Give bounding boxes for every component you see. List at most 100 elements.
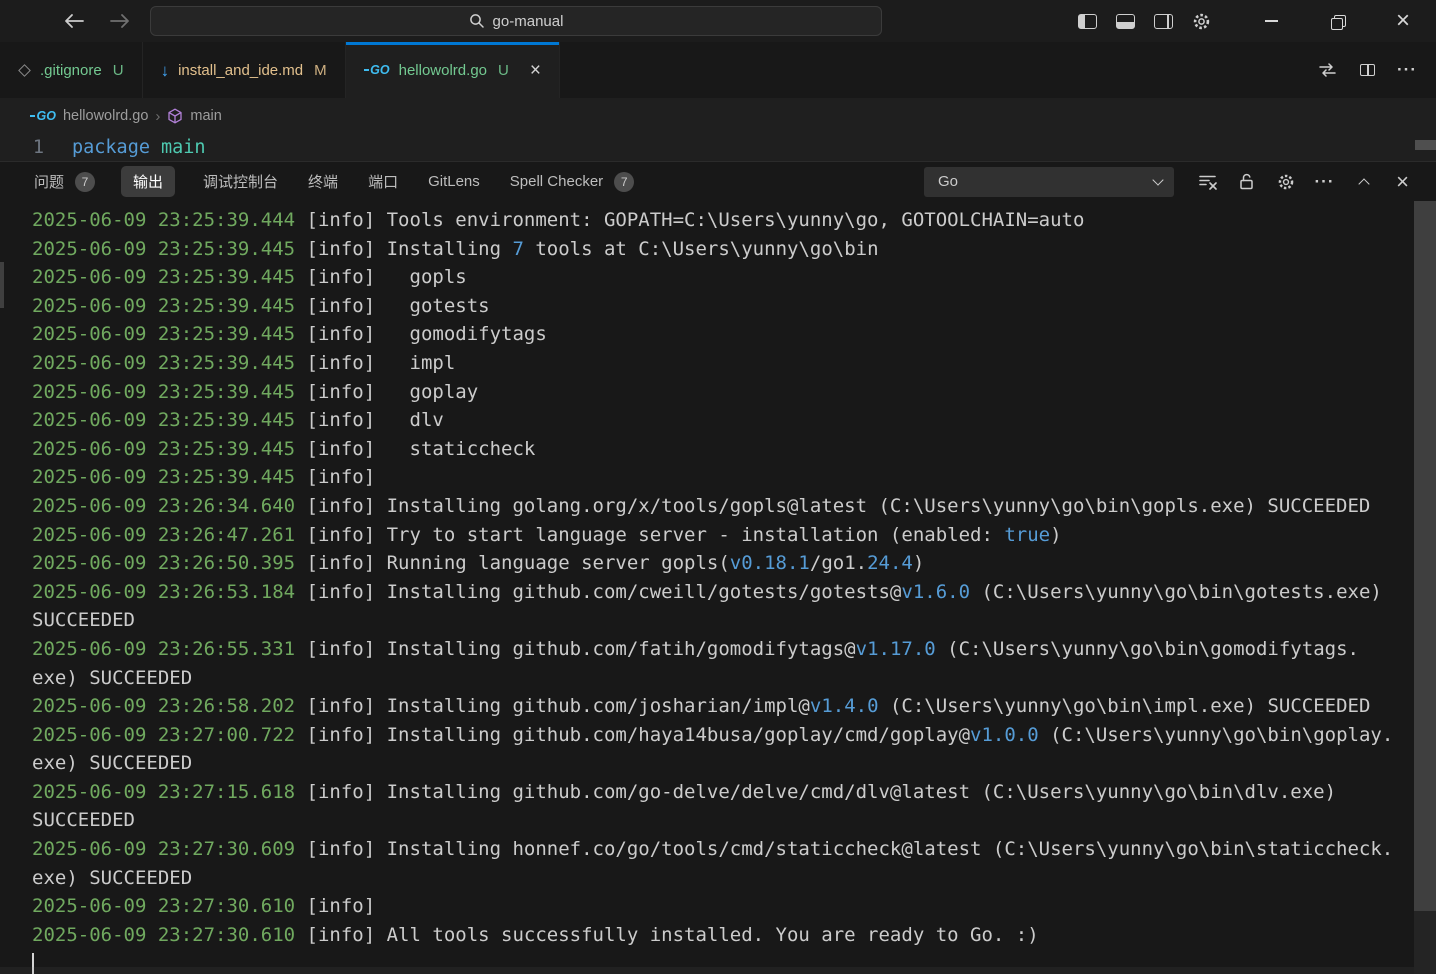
panel-resize-sash[interactable] xyxy=(0,262,4,308)
panel-horizontal-scrollbar[interactable] xyxy=(0,967,1414,974)
code-identifier: main xyxy=(161,137,206,158)
back-arrow-icon[interactable] xyxy=(62,9,86,33)
panel-tab-count-badge: 7 xyxy=(614,172,634,192)
log-line: exe) SUCCEEDED xyxy=(32,864,1414,893)
tab-status-badge: U xyxy=(498,62,509,79)
go-icon: GO xyxy=(364,63,390,77)
log-line: 2025-06-09 23:27:30.610 [info] All tools… xyxy=(32,921,1414,950)
log-line: 2025-06-09 23:25:39.445 [info] gopls xyxy=(32,263,1414,292)
panel-tab-label: 调试控制台 xyxy=(201,166,280,197)
log-line: 2025-06-09 23:25:39.445 [info] xyxy=(32,463,1414,492)
log-line: 2025-06-09 23:26:47.261 [info] Try to st… xyxy=(32,521,1414,550)
breadcrumb-symbol[interactable]: main xyxy=(190,108,221,124)
markdown-icon: ↓ xyxy=(161,62,170,79)
title-bar: go-manual × xyxy=(0,0,1436,42)
editor-scrollbar-thumb[interactable] xyxy=(1415,140,1436,150)
editor-tab--gitignore[interactable]: .gitignore U xyxy=(0,42,143,98)
log-line: 2025-06-09 23:26:55.331 [info] Installin… xyxy=(32,635,1414,664)
editor-tab-bar: .gitignore U ↓ install_and_ide.md M GO hellowo… xyxy=(0,42,1436,98)
panel-tabs: 问题 7 输出调试控制台终端端口 GitLens Spell Checker 7 xyxy=(32,166,634,197)
panel-tab-label: 端口 xyxy=(366,166,400,197)
log-line: 2025-06-09 23:25:39.445 [info] impl xyxy=(32,349,1414,378)
log-line: 2025-06-09 23:25:39.445 [info] goplay xyxy=(32,378,1414,407)
panel-tab-调试控制台[interactable]: 调试控制台 xyxy=(201,166,280,197)
tab-label: hellowolrd.go xyxy=(399,62,487,79)
editor-tab-hellowolrd-go[interactable]: GO hellowolrd.go U × xyxy=(346,42,560,98)
panel-tab-输出[interactable]: 输出 xyxy=(121,166,175,197)
panel-more-actions-icon[interactable]: ··· xyxy=(1305,162,1344,201)
close-window-button[interactable]: × xyxy=(1370,0,1436,42)
compare-changes-icon[interactable] xyxy=(1312,55,1342,85)
forward-arrow-icon[interactable] xyxy=(108,9,132,33)
output-log: 2025-06-09 23:25:39.444 [info] Tools env… xyxy=(0,201,1414,974)
log-line: 2025-06-09 23:26:53.184 [info] Installin… xyxy=(32,578,1414,607)
close-tab-icon[interactable]: × xyxy=(530,61,541,80)
log-line: 2025-06-09 23:27:15.618 [info] Installin… xyxy=(32,778,1414,807)
output-settings-gear-icon[interactable] xyxy=(1266,162,1305,201)
panel-tab-GitLens[interactable]: GitLens xyxy=(426,168,482,195)
log-line: 2025-06-09 23:26:50.395 [info] Running l… xyxy=(32,549,1414,578)
symbol-package-icon xyxy=(167,108,183,124)
breadcrumb-file[interactable]: hellowolrd.go xyxy=(63,108,148,124)
search-command-center[interactable]: go-manual xyxy=(150,6,882,36)
panel-tab-label: 问题 xyxy=(32,166,66,197)
log-line: SUCCEEDED xyxy=(32,806,1414,835)
toggle-secondary-sidebar-icon[interactable] xyxy=(1144,0,1182,42)
minimize-button[interactable] xyxy=(1238,0,1304,42)
panel-tab-label: 终端 xyxy=(306,166,340,197)
editor-area[interactable]: GO hellowolrd.go › main 1 package main xyxy=(0,98,1436,161)
search-icon xyxy=(469,13,485,29)
tab-label: install_and_ide.md xyxy=(178,62,303,79)
log-line: 2025-06-09 23:27:30.610 [info] xyxy=(32,892,1414,921)
unlock-icon[interactable] xyxy=(1227,162,1266,201)
editor-more-actions-icon[interactable]: ··· xyxy=(1392,55,1422,85)
log-line: 2025-06-09 23:26:34.640 [info] Installin… xyxy=(32,492,1414,521)
panel-tab-label: 输出 xyxy=(121,166,175,197)
log-line: 2025-06-09 23:25:39.445 [info] gomodifyt… xyxy=(32,320,1414,349)
chevron-down-icon xyxy=(1152,174,1163,185)
toggle-panel-icon[interactable] xyxy=(1106,0,1144,42)
code-line: 1 package main xyxy=(0,134,1436,161)
panel-tab-问题[interactable]: 问题 7 xyxy=(32,166,95,197)
maximize-panel-icon[interactable] xyxy=(1344,162,1383,201)
panel-scrollbar-thumb[interactable] xyxy=(1414,201,1436,911)
tab-label: .gitignore xyxy=(40,62,102,79)
restore-button[interactable] xyxy=(1304,0,1370,42)
panel-header: 问题 7 输出调试控制台终端端口 GitLens Spell Checker 7 Go ·… xyxy=(0,162,1436,201)
log-line: 2025-06-09 23:25:39.445 [info] gotests xyxy=(32,292,1414,321)
clear-output-icon[interactable] xyxy=(1188,162,1227,201)
panel-tab-count-badge: 7 xyxy=(75,172,95,192)
split-editor-icon[interactable] xyxy=(1352,55,1382,85)
editor-tab-install-and-ide-md[interactable]: ↓ install_and_ide.md M xyxy=(143,42,346,98)
log-line: exe) SUCCEEDED xyxy=(32,664,1414,693)
search-value: go-manual xyxy=(493,13,564,30)
log-line: 2025-06-09 23:27:00.722 [info] Installin… xyxy=(32,721,1414,750)
panel-tab-终端[interactable]: 终端 xyxy=(306,166,340,197)
toggle-primary-sidebar-icon[interactable] xyxy=(1068,0,1106,42)
code-keyword: package xyxy=(72,137,150,158)
tab-status-badge: U xyxy=(113,62,124,79)
log-line: 2025-06-09 23:27:30.609 [info] Installin… xyxy=(32,835,1414,864)
close-panel-icon[interactable]: × xyxy=(1383,162,1422,201)
settings-gear-icon[interactable] xyxy=(1182,0,1220,42)
line-number: 1 xyxy=(0,137,72,158)
log-line: SUCCEEDED xyxy=(32,606,1414,635)
log-line: 2025-06-09 23:25:39.445 [info] Installin… xyxy=(32,235,1414,264)
chevron-right-icon: › xyxy=(155,108,160,125)
bottom-panel: 问题 7 输出调试控制台终端端口 GitLens Spell Checker 7 Go ·… xyxy=(0,161,1436,974)
file-diamond-icon xyxy=(18,64,31,77)
log-line: 2025-06-09 23:26:58.202 [info] Installin… xyxy=(32,692,1414,721)
log-line: 2025-06-09 23:25:39.444 [info] Tools env… xyxy=(32,206,1414,235)
breadcrumb: GO hellowolrd.go › main xyxy=(0,98,1436,134)
log-line: 2025-06-09 23:25:39.445 [info] staticche… xyxy=(32,435,1414,464)
panel-tab-Spell-Checker[interactable]: Spell Checker 7 xyxy=(508,168,634,195)
log-line: 2025-06-09 23:25:39.445 [info] dlv xyxy=(32,406,1414,435)
panel-tab-label: GitLens xyxy=(426,168,482,195)
panel-tab-端口[interactable]: 端口 xyxy=(366,166,400,197)
log-line: exe) SUCCEEDED xyxy=(32,749,1414,778)
tab-status-badge: M xyxy=(314,62,327,79)
vscode-window: go-manual × .gitignore U ↓ install_and_ide.… xyxy=(0,0,1436,974)
output-channel-value: Go xyxy=(938,173,958,190)
output-channel-select[interactable]: Go xyxy=(924,167,1174,197)
panel-tab-label: Spell Checker xyxy=(508,168,605,195)
